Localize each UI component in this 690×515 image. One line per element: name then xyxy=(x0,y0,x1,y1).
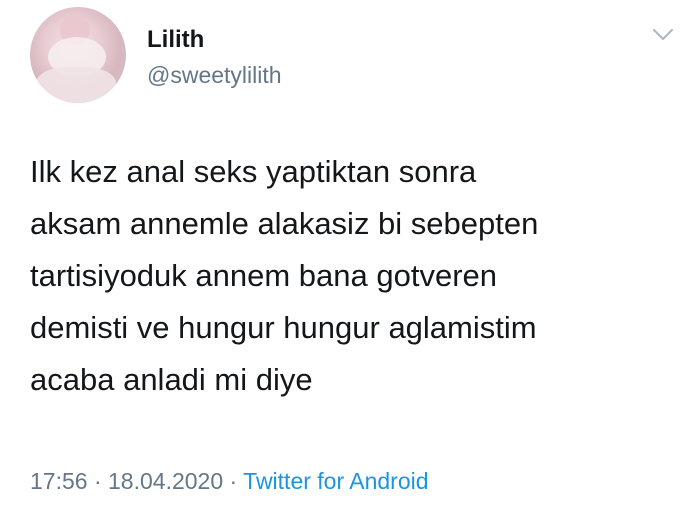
tweet-text-line: acaba anladi mi diye xyxy=(30,362,313,397)
avatar-detail xyxy=(36,67,116,103)
tweet-meta: 17:56 · 18.04.2020 · Twitter for Android xyxy=(30,468,429,495)
tweet-text-line: Ilk kez anal seks yaptiktan sonra xyxy=(30,154,477,189)
chevron-down-icon[interactable] xyxy=(652,28,674,42)
display-name[interactable]: Lilith xyxy=(147,26,204,54)
tweet-text-line: demisti ve hungur hungur aglamistim xyxy=(30,310,537,345)
meta-separator: · xyxy=(87,468,109,494)
tweet-source-link[interactable]: Twitter for Android xyxy=(243,468,428,494)
tweet-text: Ilk kez anal seks yaptiktan sonra aksam … xyxy=(30,146,670,406)
tweet-date[interactable]: 18.04.2020 xyxy=(108,468,223,494)
avatar[interactable] xyxy=(30,7,126,103)
tweet-time[interactable]: 17:56 xyxy=(30,468,88,494)
tweet-text-line: tartisiyoduk annem bana gotveren xyxy=(30,258,498,293)
tweet-card: Lilith @sweetylilith Ilk kez anal seks y… xyxy=(0,0,690,515)
user-handle[interactable]: @sweetylilith xyxy=(147,62,282,89)
tweet-text-line: aksam annemle alakasiz bi sebepten xyxy=(30,206,539,241)
meta-separator: · xyxy=(223,468,244,494)
